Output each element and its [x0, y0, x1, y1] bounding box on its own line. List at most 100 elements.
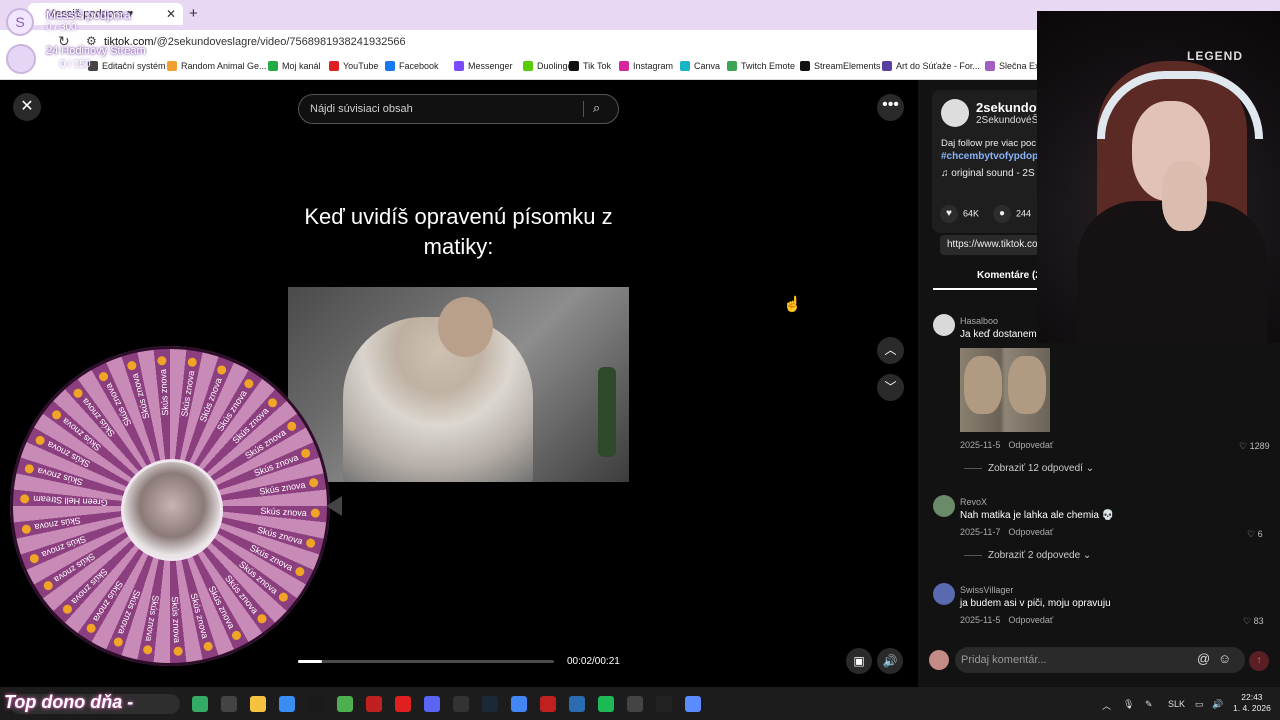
mention-icon[interactable]: @ [1197, 651, 1210, 666]
bookmark-item[interactable]: Art do Súťaže - For... [882, 61, 980, 71]
taskbar-app-icon[interactable] [424, 696, 440, 712]
microphone-icon[interactable]: 🎙 [1123, 699, 1134, 710]
pip-icon[interactable]: ▣ [846, 648, 872, 674]
comment-like[interactable]: ♡ 83 [1243, 616, 1264, 627]
bookmark-item[interactable]: Canva [680, 61, 720, 71]
comment-gif[interactable] [960, 348, 1050, 432]
top-dono-overlay: Top dono dňa - [4, 692, 134, 712]
wheel-segment-text: Skús znova [188, 592, 211, 640]
taskbar-app-icon[interactable] [656, 696, 672, 712]
coin-icon [142, 644, 153, 655]
sound-link[interactable]: ♫ original sound - 2S [941, 168, 1035, 179]
search-icon[interactable]: ⌕ [593, 100, 600, 116]
taskbar-app-icon[interactable] [221, 696, 237, 712]
taskbar-app-icon[interactable] [569, 696, 585, 712]
comment-like-count: 1289 [1249, 441, 1270, 451]
bookmark-icon [329, 61, 339, 71]
comment-user[interactable]: RevoX [960, 497, 987, 507]
commenter-avatar[interactable] [933, 314, 955, 336]
emoji-icon[interactable]: ☺ [1218, 651, 1231, 666]
video-caption: Keď uvidíš opravenú písomku z matiky: [304, 204, 613, 259]
tray-chevron-icon[interactable]: ︿ [1102, 699, 1111, 712]
network-icon[interactable]: ▭ [1195, 699, 1204, 710]
comment-text: ja budem asi v piči, moju opravuju [960, 598, 1111, 609]
author-name[interactable]: 2sekundov [976, 100, 1044, 115]
commenter-avatar[interactable] [933, 495, 955, 517]
taskbar-app-icon[interactable] [279, 696, 295, 712]
comment-button[interactable]: ● 244 [993, 205, 1031, 223]
taskbar-app-icon[interactable] [192, 696, 208, 712]
bookmark-item[interactable]: Duolingo [523, 61, 573, 71]
previous-video-icon[interactable]: ︿ [877, 337, 904, 364]
coin-icon [173, 646, 183, 657]
more-options-icon[interactable]: ••• [877, 94, 904, 121]
coin-icon [97, 370, 110, 383]
taskbar-app-icon[interactable] [453, 696, 469, 712]
coin-icon [23, 463, 35, 475]
wheel-segment-text: Skús znova [252, 452, 300, 479]
volume-icon[interactable]: 🔊 [877, 648, 903, 674]
taskbar-app-icon[interactable] [598, 696, 614, 712]
wheel-segment-text: Skús znova [129, 372, 152, 420]
comment-like[interactable]: ♡ 1289 [1239, 441, 1270, 452]
taskbar-app-icon[interactable] [482, 696, 498, 712]
reply-button[interactable]: Odpovedať [1008, 527, 1053, 537]
bookmark-item[interactable]: Moj kanál [268, 61, 321, 71]
taskbar-app-icon[interactable] [627, 696, 643, 712]
taskbar-app-icon[interactable] [511, 696, 527, 712]
gif-face [964, 356, 1002, 414]
language-indicator[interactable]: SLK [1168, 699, 1185, 709]
taskbar-app-icon[interactable] [337, 696, 353, 712]
clock-date: 1. 4. 2026 [1233, 703, 1271, 713]
bookmark-item[interactable]: YouTube [329, 61, 378, 71]
bookmark-item[interactable]: StreamElements [800, 61, 881, 71]
view-replies-button[interactable]: Zobraziť 12 odpovedí ⌄ [964, 463, 1094, 474]
coin-icon [230, 629, 243, 642]
taskbar-app-icon[interactable] [685, 696, 701, 712]
bookmark-item[interactable]: Facebook [385, 61, 439, 71]
comment-like[interactable]: ♡ 6 [1247, 529, 1263, 540]
coin-icon [266, 396, 279, 410]
webcam-overlay: LEGEND [1037, 11, 1280, 343]
pen-icon[interactable]: ✎ [1145, 699, 1153, 710]
taskbar-app-icon[interactable] [540, 696, 556, 712]
bookmark-item[interactable]: Messenger [454, 61, 513, 71]
url-text[interactable]: tiktok.com/@2sekundoveslagre/video/75689… [104, 36, 406, 48]
send-icon[interactable]: ↑ [1249, 651, 1269, 671]
comment-user[interactable]: SwissVillager [960, 585, 1013, 595]
next-video-icon[interactable]: ﹀ [877, 374, 904, 401]
like-count: 64K [963, 208, 980, 219]
taskbar-clock[interactable]: 22:43 1. 4. 2026 [1233, 692, 1271, 714]
new-tab-icon[interactable]: + [189, 5, 198, 22]
tab-comments[interactable]: Komentáre (2 [977, 270, 1041, 281]
speaker-icon[interactable]: 🔊 [1212, 699, 1223, 710]
overlay-goal-count: 0 / 300 [46, 22, 77, 33]
tab-close-icon[interactable]: ✕ [166, 7, 176, 21]
hashtag-link[interactable]: #chcembytvofypdopi [941, 151, 1041, 162]
comment-user[interactable]: Hasalboo [960, 316, 998, 326]
bookmark-item[interactable]: Instagram [619, 61, 673, 71]
commenter-avatar[interactable] [933, 583, 955, 605]
video-frame[interactable] [288, 287, 629, 482]
taskbar-app-icon[interactable] [395, 696, 411, 712]
taskbar-app-icon[interactable] [366, 696, 382, 712]
bookmark-label: Tik Tok [583, 61, 612, 71]
author-avatar[interactable] [941, 99, 969, 127]
bookmark-item[interactable]: Editační systém [88, 61, 166, 71]
comment-meta: 2025-11-7 Odpovedať [960, 527, 1053, 537]
search-box[interactable]: Nájdi súvisiaci obsah ⌕ [298, 94, 619, 124]
reply-button[interactable]: Odpovedať [1008, 440, 1053, 450]
url-path: /@2sekundoveslagre/video/756898193824193… [153, 36, 406, 48]
coin-icon [285, 420, 298, 433]
like-button[interactable]: ♥ 64K [940, 205, 979, 223]
taskbar-app-icon[interactable] [250, 696, 266, 712]
reply-button[interactable]: Odpovedať [1008, 615, 1053, 625]
bookmark-item[interactable]: Twitch Emote [727, 61, 795, 71]
view-replies-button[interactable]: Zobraziť 2 odpovede ⌄ [964, 550, 1091, 561]
taskbar-app-icon[interactable] [308, 696, 324, 712]
video-progress-bar[interactable] [298, 660, 554, 663]
close-icon[interactable]: ✕ [13, 93, 41, 121]
comment-input[interactable]: Pridaj komentár... @ ☺ [955, 647, 1245, 673]
bookmark-item[interactable]: Random Animal Ge... [167, 61, 267, 71]
bookmark-item[interactable]: Tik Tok [569, 61, 611, 71]
